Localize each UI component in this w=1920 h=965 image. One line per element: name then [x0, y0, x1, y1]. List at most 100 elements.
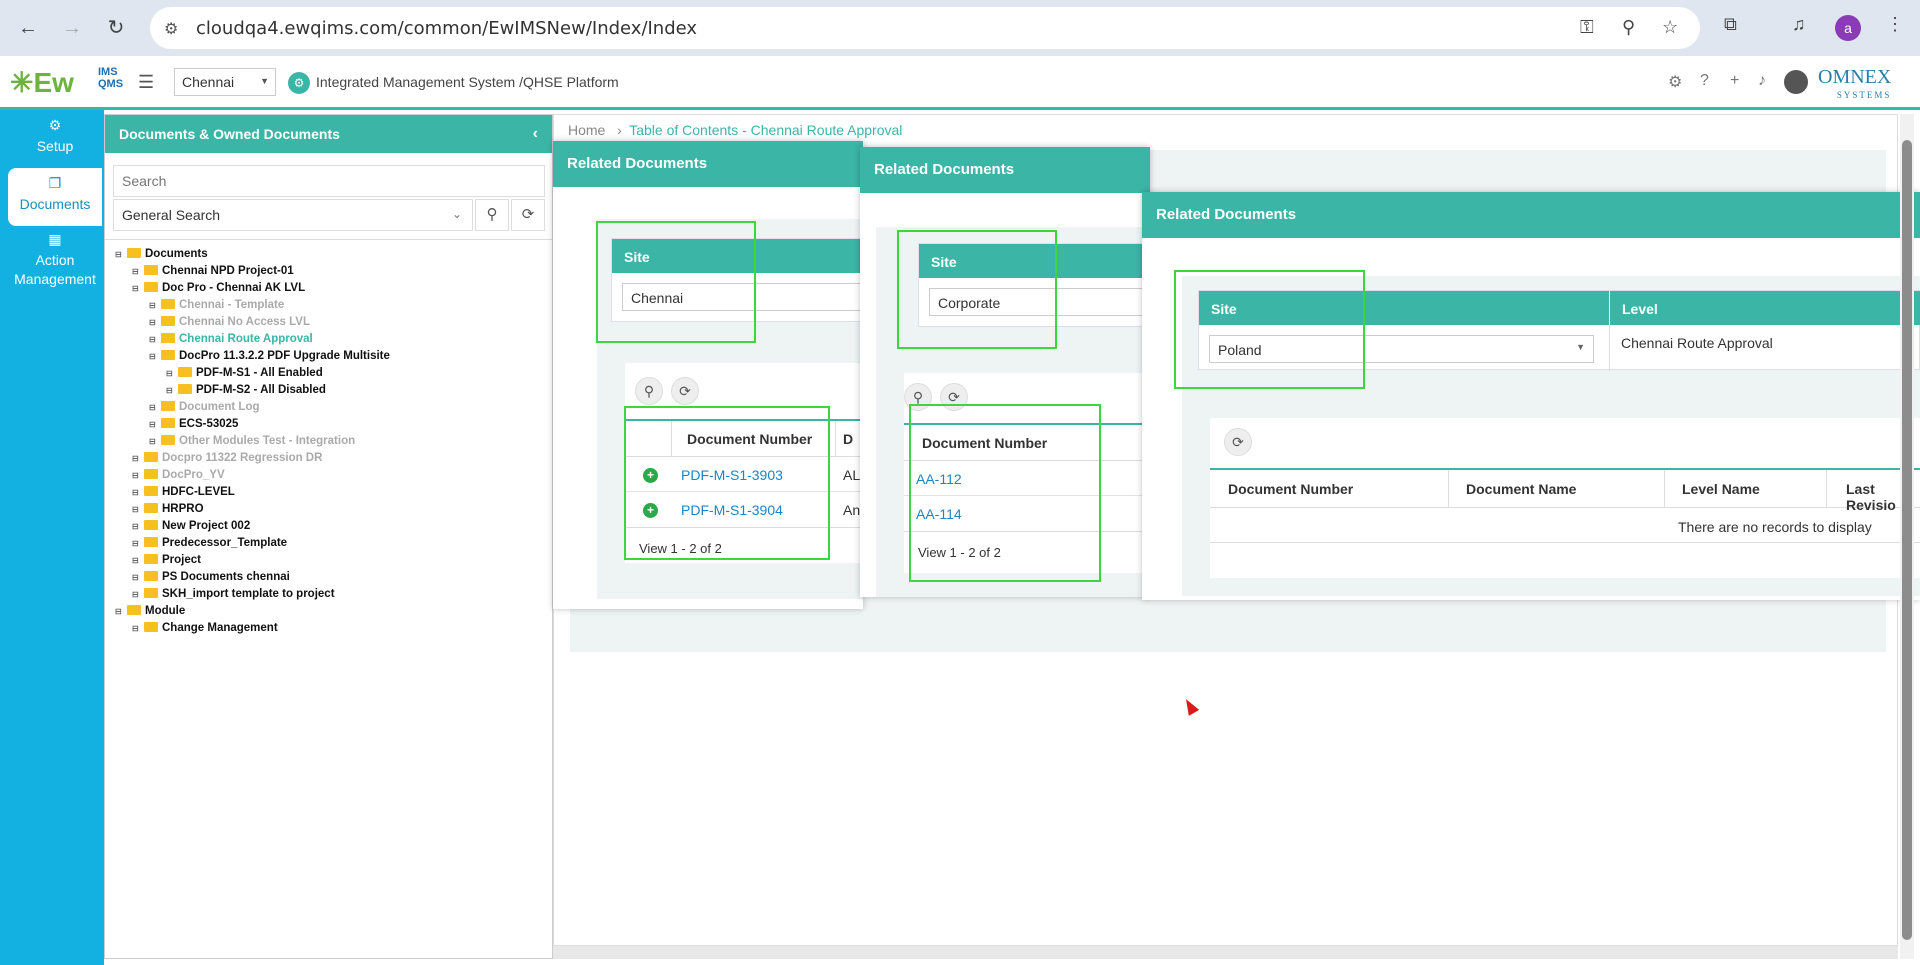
tree-item[interactable]: ⊟ Documents	[105, 248, 552, 265]
zoom-icon[interactable]: ⚲	[1622, 17, 1635, 38]
documents-icon: ❐	[48, 175, 62, 191]
folder-icon	[144, 486, 158, 496]
collapse-chevron-icon[interactable]: ‹	[533, 125, 538, 143]
tree-item-label: PDF-M-S1 - All Enabled	[196, 367, 323, 379]
forward-icon[interactable]: →	[58, 14, 86, 42]
tree-item[interactable]: ⊟ SKH_import template to project	[105, 588, 552, 605]
expand-icon[interactable]: ⊟	[149, 318, 159, 327]
folder-icon	[144, 265, 158, 275]
hamburger-icon[interactable]: ☰	[138, 72, 154, 93]
expand-icon[interactable]: ⊟	[132, 505, 142, 514]
expand-icon[interactable]: ⊟	[166, 386, 176, 395]
tree-item[interactable]: ⊟ Other Modules Test - Integration	[105, 435, 552, 452]
tree-item[interactable]: ⊟ PS Documents chennai	[105, 571, 552, 588]
site-select[interactable]: Chennai ▼	[174, 68, 276, 96]
star-icon[interactable]: ☆	[1662, 17, 1678, 38]
rail-action-management[interactable]: ▦ Action Management	[8, 230, 102, 294]
folder-icon	[144, 282, 158, 292]
tree-item[interactable]: ⊟ Document Log	[105, 401, 552, 418]
bell-icon[interactable]: ♪	[1758, 72, 1766, 90]
tree-item[interactable]: ⊟ ECS-53025	[105, 418, 552, 435]
tree-item[interactable]: ⊟ Chennai Route Approval	[105, 333, 552, 350]
back-icon[interactable]: ←	[14, 14, 42, 42]
add-icon[interactable]: +	[1730, 72, 1739, 90]
refresh-icon[interactable]: ⟳	[1224, 428, 1252, 456]
expand-icon[interactable]: ⊟	[132, 573, 142, 582]
expand-icon[interactable]: ⊟	[132, 522, 142, 531]
tree-item[interactable]: ⊟ Predecessor_Template	[105, 537, 552, 554]
ewqims-logo[interactable]: ✳Ew IMS QMS	[10, 66, 123, 99]
expand-icon[interactable]: ⊟	[149, 301, 159, 310]
expand-icon[interactable]: ⊟	[149, 403, 159, 412]
expand-icon[interactable]: ⊟	[149, 352, 159, 361]
search-icon[interactable]: ⚲	[635, 377, 663, 405]
address-bar[interactable]: ⚙ cloudqa4.ewqims.com/common/EwIMSNew/In…	[150, 7, 1700, 49]
expand-icon[interactable]: ⊟	[132, 590, 142, 599]
key-icon[interactable]: ⚿	[1580, 17, 1594, 38]
tree-item-label: Documents	[145, 248, 208, 260]
expand-icon[interactable]: ⊟	[132, 556, 142, 565]
refresh-button[interactable]: ⟳	[511, 199, 545, 231]
tree-item[interactable]: ⊟ Chennai No Access LVL	[105, 316, 552, 333]
tree-item[interactable]: ⊟ Project	[105, 554, 552, 571]
tree-item[interactable]: ⊟ HRPRO	[105, 503, 552, 520]
tree-item[interactable]: ⊟ PDF-M-S2 - All Disabled	[105, 384, 552, 401]
tree-item[interactable]: ⊟ Change Management	[105, 622, 552, 639]
expand-icon[interactable]: ⊟	[132, 267, 142, 276]
tree-item[interactable]: ⊟ Module	[105, 605, 552, 622]
folder-icon	[144, 554, 158, 564]
tree-item[interactable]: ⊟ Chennai NPD Project-01	[105, 265, 552, 282]
expand-icon[interactable]: ⊟	[149, 437, 159, 446]
search-type-select[interactable]: General Search ⌄	[113, 199, 473, 231]
tree-item-label: ECS-53025	[179, 418, 239, 430]
col-document-name[interactable]: Document Name	[1466, 481, 1576, 497]
tree-item[interactable]: ⊟ Docpro 11322 Regression DR	[105, 452, 552, 469]
tree-item-label: PS Documents chennai	[162, 571, 290, 583]
gears-icon: ⚙	[48, 117, 62, 133]
expand-icon[interactable]: ⊟	[132, 488, 142, 497]
horizontal-scrollbar[interactable]	[553, 946, 1898, 959]
expand-icon[interactable]: ⊟	[149, 420, 159, 429]
tree-item[interactable]: ⊟ DocPro_YV	[105, 469, 552, 486]
rail-documents[interactable]: ❐ Documents	[8, 168, 102, 226]
refresh-icon[interactable]: ⟳	[671, 377, 699, 405]
expand-icon[interactable]: ⊟	[149, 335, 159, 344]
breadcrumb-current[interactable]: Table of Contents - Chennai Route Approv…	[629, 122, 902, 138]
expand-icon[interactable]: ⊟	[115, 250, 125, 259]
tree-item[interactable]: ⊟ DocPro 11.3.2.2 PDF Upgrade Multisite	[105, 350, 552, 367]
reload-icon[interactable]: ↻	[102, 14, 130, 42]
col-level-name[interactable]: Level Name	[1682, 481, 1760, 497]
expand-icon[interactable]: ⊟	[115, 607, 125, 616]
user-avatar[interactable]	[1784, 70, 1808, 94]
tree-item-label: Change Management	[162, 622, 278, 634]
search-input[interactable]	[113, 165, 545, 197]
help-icon[interactable]: ?	[1700, 72, 1709, 90]
media-icon[interactable]: ♫	[1792, 14, 1806, 35]
tree-item[interactable]: ⊟ HDFC-LEVEL	[105, 486, 552, 503]
extensions-icon[interactable]: ⧉	[1724, 14, 1737, 35]
vertical-scrollbar[interactable]	[1900, 114, 1914, 959]
highlight-box	[897, 230, 1057, 349]
expand-icon[interactable]: ⊟	[132, 454, 142, 463]
tree-item[interactable]: ⊟ Doc Pro - Chennai AK LVL	[105, 282, 552, 299]
menu-icon[interactable]: ⋮	[1886, 14, 1904, 35]
scrollbar-thumb[interactable]	[1902, 140, 1912, 940]
site-settings-icon[interactable]: ⚙	[164, 19, 178, 39]
col-next[interactable]: D	[843, 431, 853, 447]
expand-icon[interactable]: ⊟	[132, 539, 142, 548]
expand-icon[interactable]: ⊟	[132, 284, 142, 293]
tree-item[interactable]: ⊟ New Project 002	[105, 520, 552, 537]
expand-icon[interactable]: ⊟	[132, 471, 142, 480]
col-document-number[interactable]: Document Number	[1228, 481, 1353, 497]
search-button[interactable]: ⚲	[475, 199, 509, 231]
expand-icon[interactable]: ⊟	[166, 369, 176, 378]
tree-item-label: HDFC-LEVEL	[162, 486, 235, 498]
expand-icon[interactable]: ⊟	[132, 624, 142, 633]
rail-setup[interactable]: ⚙ Setup	[8, 116, 102, 166]
tree-item[interactable]: ⊟ PDF-M-S1 - All Enabled	[105, 367, 552, 384]
breadcrumb-home[interactable]: Home	[568, 122, 605, 138]
empty-message: There are no records to display	[1678, 519, 1872, 535]
profile-avatar[interactable]: a	[1835, 15, 1861, 41]
settings-icon[interactable]: ⚙	[1668, 72, 1682, 92]
tree-item[interactable]: ⊟ Chennai - Template	[105, 299, 552, 316]
